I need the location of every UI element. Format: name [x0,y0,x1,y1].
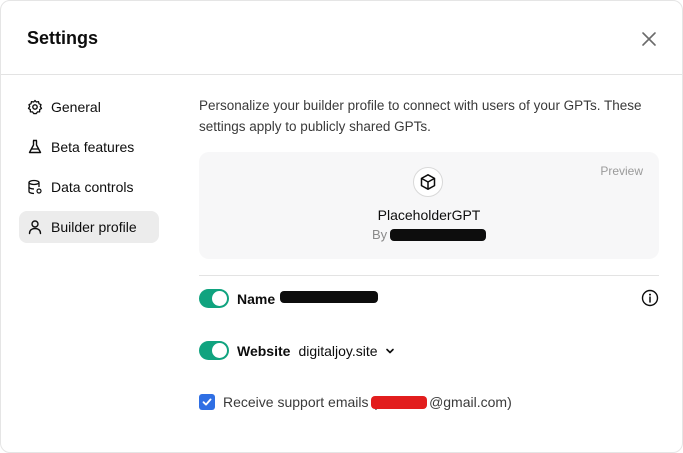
intro-text: Personalize your builder profile to conn… [199,98,642,134]
redaction-mark [390,229,486,241]
support-emails-suffix: @gmail.com) [429,394,512,410]
website-toggle[interactable] [199,341,229,360]
redaction-mark [280,291,378,303]
user-icon [27,219,43,235]
website-value[interactable]: digitaljoy.site [298,343,377,359]
name-row: Name [199,289,275,308]
support-emails-label: Receive support emails ( [223,394,378,410]
sidebar-item-label: Builder profile [51,219,137,235]
website-row: Website digitaljoy.site [199,341,396,360]
builder-profile-intro: Personalize your builder profile to conn… [199,95,659,137]
info-icon[interactable] [641,289,659,307]
sidebar-item-general[interactable]: General [19,91,159,123]
gear-icon [27,99,43,115]
check-icon [202,398,212,406]
dialog-header: Settings [1,1,682,75]
settings-dialog: Settings General Beta features Data cont… [0,0,683,453]
close-icon[interactable] [639,29,659,49]
sidebar: General Beta features Data controls Buil… [19,91,159,251]
cube-icon [413,167,443,197]
preview-card: Preview PlaceholderGPT By [199,152,659,259]
flask-icon [27,139,43,155]
support-emails-row: Receive support emails ( @gmail.com) [199,394,512,410]
support-emails-checkbox[interactable] [199,394,215,410]
sidebar-item-label: Beta features [51,139,135,155]
gpt-name: PlaceholderGPT [377,207,481,223]
database-icon [27,179,43,195]
sidebar-item-beta-features[interactable]: Beta features [19,131,159,163]
sidebar-item-builder-profile[interactable]: Builder profile [19,211,159,243]
preview-label: Preview [600,164,643,178]
redaction-mark [371,396,427,409]
name-label: Name [237,290,276,307]
sidebar-item-data-controls[interactable]: Data controls [19,171,159,203]
gpt-author: By [372,227,387,242]
sidebar-item-label: Data controls [51,179,134,195]
by-label: By [372,227,388,242]
divider [199,275,659,276]
chevron-down-icon[interactable] [384,345,396,357]
dialog-title: Settings [27,28,99,48]
sidebar-item-label: General [51,99,101,115]
name-toggle[interactable] [199,289,229,308]
website-label: Website [237,342,291,359]
